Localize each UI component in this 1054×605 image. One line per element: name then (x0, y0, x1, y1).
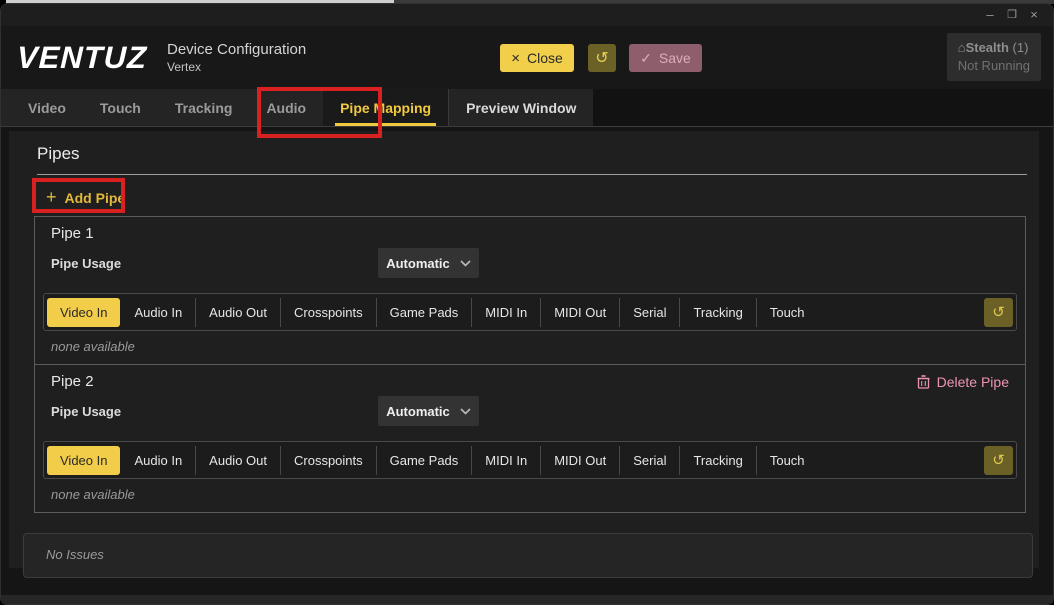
pipe-usage-label: Pipe Usage (51, 256, 378, 271)
pipe-mapping-content: Pipes + Add Pipe Pipe 1 Pipe Usage Autom… (9, 131, 1039, 568)
subtab-serial[interactable]: Serial (619, 298, 679, 327)
close-window-icon[interactable]: × (1023, 6, 1045, 24)
pipe-usage-dropdown[interactable]: Automatic (378, 396, 479, 426)
subtab-serial[interactable]: Serial (619, 446, 679, 475)
stealth-name: Stealth (966, 40, 1009, 55)
issues-panel: No Issues (23, 533, 1033, 578)
window-bottom-edge (1, 595, 1053, 604)
pipe-2-empty-text: none available (51, 487, 1017, 502)
maximize-icon[interactable]: ❒ (1001, 6, 1023, 24)
pipes-section-title: Pipes (37, 144, 1039, 164)
title-block: Device Configuration Vertex (167, 41, 306, 74)
pipe-usage-dropdown[interactable]: Automatic (378, 248, 479, 278)
refresh-icon: ↺ (595, 48, 608, 68)
pipe-usage-label: Pipe Usage (51, 404, 378, 419)
subtab-crosspoints[interactable]: Crosspoints (280, 446, 376, 475)
subtab-midi-in[interactable]: MIDI In (471, 298, 540, 327)
close-x-icon: × (511, 50, 520, 67)
subtab-audio-in[interactable]: Audio In (120, 298, 195, 327)
trash-icon (917, 375, 930, 389)
subtab-touch[interactable]: Touch (756, 298, 818, 327)
save-button-label: Save (659, 50, 691, 66)
refresh-icon: ↺ (992, 451, 1005, 469)
subtab-midi-in[interactable]: MIDI In (471, 446, 540, 475)
pipe-2-name: Pipe 2 (51, 373, 94, 390)
title-bar: – ❒ × (1, 4, 1053, 26)
pipe-usage-value: Automatic (386, 256, 450, 271)
tab-bar: Video Touch Tracking Audio Pipe Mapping … (1, 89, 1053, 127)
save-button[interactable]: ✓ Save (629, 44, 702, 72)
pipe-1-name: Pipe 1 (51, 225, 94, 242)
pipe-1-header: Pipe 1 (51, 225, 1009, 242)
header-buttons: × Close ↺ ✓ Save (500, 44, 702, 72)
stealth-machine: ⌂Stealth (1) (958, 40, 1030, 55)
pipe-1-subtab-strip: Video In Audio In Audio Out Crosspoints … (43, 293, 1017, 331)
device-configuration-window: – ❒ × VENTUZ Device Configuration Vertex… (0, 3, 1054, 605)
tab-preview-window[interactable]: Preview Window (448, 89, 593, 126)
delete-pipe-label: Delete Pipe (937, 374, 1009, 390)
pipe-1-empty-text: none available (51, 339, 1017, 354)
subtab-midi-out[interactable]: MIDI Out (540, 446, 619, 475)
save-check-icon: ✓ (640, 50, 652, 67)
chevron-down-icon (460, 408, 471, 415)
close-button-label: Close (527, 50, 563, 66)
subtab-audio-in[interactable]: Audio In (120, 446, 195, 475)
tab-tracking[interactable]: Tracking (158, 89, 250, 126)
house-icon: ⌂ (958, 40, 966, 55)
subtab-game-pads[interactable]: Game Pads (376, 446, 472, 475)
add-pipe-label: Add Pipe (65, 190, 126, 206)
subtab-tracking[interactable]: Tracking (679, 446, 755, 475)
tabs-strip: Video Touch Tracking Audio Pipe Mapping … (1, 89, 593, 126)
section-divider (37, 174, 1027, 175)
page-subtitle: Vertex (167, 60, 306, 74)
issues-text: No Issues (46, 547, 1018, 562)
pipe-2-subtab-strip: Video In Audio In Audio Out Crosspoints … (43, 441, 1017, 479)
refresh-icon: ↺ (992, 303, 1005, 321)
close-button[interactable]: × Close (500, 44, 574, 72)
ventuz-logo: VENTUZ (16, 40, 147, 76)
stealth-status-panel: ⌂Stealth (1) Not Running (947, 33, 1041, 81)
stealth-count: (1) (1013, 40, 1029, 55)
delete-pipe-button[interactable]: Delete Pipe (917, 374, 1009, 390)
subtab-video-in[interactable]: Video In (47, 446, 120, 475)
page-title: Device Configuration (167, 41, 306, 58)
subtab-crosspoints[interactable]: Crosspoints (280, 298, 376, 327)
pipe-2-refresh-button[interactable]: ↺ (984, 446, 1013, 475)
plus-icon: + (46, 187, 57, 208)
subtab-tracking[interactable]: Tracking (679, 298, 755, 327)
subtab-game-pads[interactable]: Game Pads (376, 298, 472, 327)
stealth-run-status: Not Running (958, 58, 1030, 73)
tab-audio[interactable]: Audio (249, 89, 323, 126)
tab-touch[interactable]: Touch (83, 89, 158, 126)
subtab-midi-out[interactable]: MIDI Out (540, 298, 619, 327)
minimize-icon[interactable]: – (979, 6, 1001, 24)
pipe-2-header: Pipe 2 Delete Pipe (51, 373, 1009, 390)
pipe-1-refresh-button[interactable]: ↺ (984, 298, 1013, 327)
pipe-usage-value: Automatic (386, 404, 450, 419)
tab-video[interactable]: Video (11, 89, 83, 126)
pipe-2-usage-row: Pipe Usage Automatic (51, 396, 1009, 426)
subtab-audio-out[interactable]: Audio Out (195, 446, 280, 475)
header: VENTUZ Device Configuration Vertex × Clo… (1, 26, 1053, 89)
subtab-audio-out[interactable]: Audio Out (195, 298, 280, 327)
tab-pipe-mapping[interactable]: Pipe Mapping (323, 89, 448, 126)
refresh-button[interactable]: ↺ (588, 44, 616, 72)
chevron-down-icon (460, 260, 471, 267)
pipe-2-panel: Pipe 2 Delete Pipe Pipe Usage Automatic (34, 365, 1026, 513)
pipe-1-panel: Pipe 1 Pipe Usage Automatic Video In Aud… (34, 216, 1026, 365)
pipe-1-usage-row: Pipe Usage Automatic (51, 248, 1009, 278)
add-pipe-button[interactable]: + Add Pipe (46, 187, 125, 208)
subtab-video-in[interactable]: Video In (47, 298, 120, 327)
subtab-touch[interactable]: Touch (756, 446, 818, 475)
